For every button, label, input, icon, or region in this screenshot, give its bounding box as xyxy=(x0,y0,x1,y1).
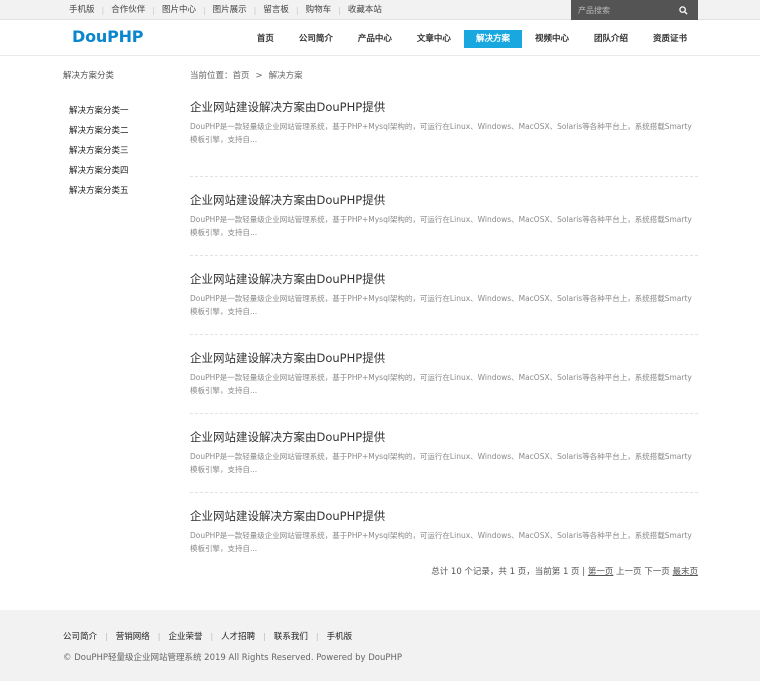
next-page-text: 下一页 xyxy=(644,567,670,577)
pagination-summary: 总计 10 个记录，共 1 页，当前第 1 页 | xyxy=(431,567,588,577)
nav-products[interactable]: 产品中心 xyxy=(346,30,404,48)
prev-page-text: 上一页 xyxy=(616,567,642,577)
article-summary: DouPHP是一款轻量级企业网站管理系统，基于PHP+Mysql架构的，可运行在… xyxy=(190,373,692,395)
list-item: 企业网站建设解决方案由DouPHP提供 DouPHP是一款轻量级企业网站管理系统… xyxy=(190,493,698,572)
search-box xyxy=(571,0,698,20)
breadcrumb: 当前位置：首页 > 解决方案 xyxy=(190,68,698,84)
divider: | xyxy=(315,631,319,641)
pagination: 总计 10 个记录，共 1 页，当前第 1 页 | 第一页 上一页 下一页 最末… xyxy=(431,565,698,577)
sidebar-item-category-3[interactable]: 解决方案分类三 xyxy=(63,146,129,156)
top-link-cart[interactable]: 购物车 xyxy=(299,0,339,20)
breadcrumb-prefix: 当前位置： xyxy=(190,71,233,81)
site-logo[interactable]: DouPHP xyxy=(72,27,144,46)
footer-link-jobs[interactable]: 人才招聘 xyxy=(221,630,255,642)
list-item: 解决方案分类三 xyxy=(63,141,173,161)
divider: | xyxy=(263,631,266,641)
search-icon[interactable] xyxy=(675,2,691,18)
article-title[interactable]: 企业网站建设解决方案由DouPHP提供 xyxy=(190,98,698,116)
top-link-partners[interactable]: 合作伙伴 xyxy=(104,0,152,20)
search-input[interactable] xyxy=(571,0,675,20)
breadcrumb-separator: > xyxy=(255,71,263,81)
top-link-guestbook[interactable]: 留言板 xyxy=(256,0,296,20)
nav-certificates[interactable]: 资质证书 xyxy=(641,30,699,48)
category-sidebar: 解决方案分类 解决方案分类一 解决方案分类二 解决方案分类三 解决方案分类四 解… xyxy=(63,68,173,201)
top-links: 手机版 | 合作伙伴 | 图片中心 | 图片展示 | 留言板 | 购物车 | 收… xyxy=(62,0,389,20)
breadcrumb-home[interactable]: 首页 xyxy=(233,71,250,81)
last-page-link[interactable]: 最末页 xyxy=(672,567,698,577)
top-link-bookmark[interactable]: 收藏本站 xyxy=(341,0,389,20)
first-page-link[interactable]: 第一页 xyxy=(588,567,614,577)
divider: | xyxy=(105,631,108,641)
article-title[interactable]: 企业网站建设解决方案由DouPHP提供 xyxy=(190,191,698,209)
footer-link-mobile[interactable]: 手机版 xyxy=(327,630,353,642)
site-footer: 公司简介 | 营销网络 | 企业荣誉 | 人才招聘 | 联系我们 | 手机版 ©… xyxy=(0,610,760,681)
sidebar-item-category-1[interactable]: 解决方案分类一 xyxy=(63,106,129,116)
main-nav: 首页 公司简介 产品中心 文章中心 解决方案 视频中心 团队介绍 资质证书 xyxy=(244,30,699,48)
breadcrumb-current: 解决方案 xyxy=(268,71,303,81)
article-summary: DouPHP是一款轻量级企业网站管理系统，基于PHP+Mysql架构的，可运行在… xyxy=(190,215,692,237)
nav-solutions[interactable]: 解决方案 xyxy=(463,30,522,48)
top-link-image-gallery[interactable]: 图片展示 xyxy=(206,0,254,20)
article-title[interactable]: 企业网站建设解决方案由DouPHP提供 xyxy=(190,507,698,525)
footer-link-about[interactable]: 公司简介 xyxy=(63,630,97,642)
list-item: 企业网站建设解决方案由DouPHP提供 DouPHP是一款轻量级企业网站管理系统… xyxy=(190,177,698,256)
footer-link-honors[interactable]: 企业荣誉 xyxy=(168,630,202,642)
divider: | xyxy=(157,631,161,641)
sidebar-item-category-2[interactable]: 解决方案分类二 xyxy=(63,126,129,136)
main-content: 当前位置：首页 > 解决方案 企业网站建设解决方案由DouPHP提供 DouPHP是… xyxy=(190,68,698,577)
list-item: 解决方案分类四 xyxy=(63,161,173,181)
copyright-text: © DouPHP轻量级企业网站管理系统 2019 All Rights Rese… xyxy=(63,653,402,663)
list-item: 解决方案分类一 xyxy=(63,101,173,121)
sidebar-item-category-4[interactable]: 解决方案分类四 xyxy=(63,166,129,176)
article-title[interactable]: 企业网站建设解决方案由DouPHP提供 xyxy=(190,428,698,446)
list-item: 解决方案分类二 xyxy=(63,121,173,141)
article-summary: DouPHP是一款轻量级企业网站管理系统，基于PHP+Mysql架构的，可运行在… xyxy=(190,294,692,316)
nav-team[interactable]: 团队介绍 xyxy=(582,30,640,48)
footer-link-contact[interactable]: 联系我们 xyxy=(274,630,308,642)
article-summary: DouPHP是一款轻量级企业网站管理系统，基于PHP+Mysql架构的，可运行在… xyxy=(190,531,692,553)
list-item: 解决方案分类五 xyxy=(63,181,173,201)
list-item: 企业网站建设解决方案由DouPHP提供 DouPHP是一款轻量级企业网站管理系统… xyxy=(190,256,698,335)
article-list: 企业网站建设解决方案由DouPHP提供 DouPHP是一款轻量级企业网站管理系统… xyxy=(190,98,698,572)
logo-text: DouPHP xyxy=(72,27,144,46)
nav-videos[interactable]: 视频中心 xyxy=(523,30,581,48)
footer-link-network[interactable]: 营销网络 xyxy=(116,630,150,642)
footer-links: 公司简介 | 营销网络 | 企业荣誉 | 人才招聘 | 联系我们 | 手机版 xyxy=(63,630,353,643)
article-title[interactable]: 企业网站建设解决方案由DouPHP提供 xyxy=(190,349,698,367)
nav-home[interactable]: 首页 xyxy=(245,30,286,48)
top-link-image-center[interactable]: 图片中心 xyxy=(155,0,203,20)
list-item: 企业网站建设解决方案由DouPHP提供 DouPHP是一款轻量级企业网站管理系统… xyxy=(190,335,698,414)
divider: | xyxy=(210,631,214,641)
nav-articles[interactable]: 文章中心 xyxy=(405,30,463,48)
article-summary: DouPHP是一款轻量级企业网站管理系统，基于PHP+Mysql架构的，可运行在… xyxy=(190,122,692,144)
category-list: 解决方案分类一 解决方案分类二 解决方案分类三 解决方案分类四 解决方案分类五 xyxy=(63,101,173,201)
top-link-mobile[interactable]: 手机版 xyxy=(62,0,102,20)
site-header: DouPHP 首页 公司简介 产品中心 文章中心 解决方案 视频中心 团队介绍 … xyxy=(0,20,760,56)
sidebar-title: 解决方案分类 xyxy=(63,71,115,81)
article-summary: DouPHP是一款轻量级企业网站管理系统，基于PHP+Mysql架构的，可运行在… xyxy=(190,452,692,474)
list-item: 企业网站建设解决方案由DouPHP提供 DouPHP是一款轻量级企业网站管理系统… xyxy=(190,414,698,493)
article-title[interactable]: 企业网站建设解决方案由DouPHP提供 xyxy=(190,270,698,288)
nav-about[interactable]: 公司简介 xyxy=(287,30,345,48)
list-item: 企业网站建设解决方案由DouPHP提供 DouPHP是一款轻量级企业网站管理系统… xyxy=(190,98,698,177)
top-bar: 手机版 | 合作伙伴 | 图片中心 | 图片展示 | 留言板 | 购物车 | 收… xyxy=(0,0,760,20)
sidebar-item-category-5[interactable]: 解决方案分类五 xyxy=(63,186,129,196)
